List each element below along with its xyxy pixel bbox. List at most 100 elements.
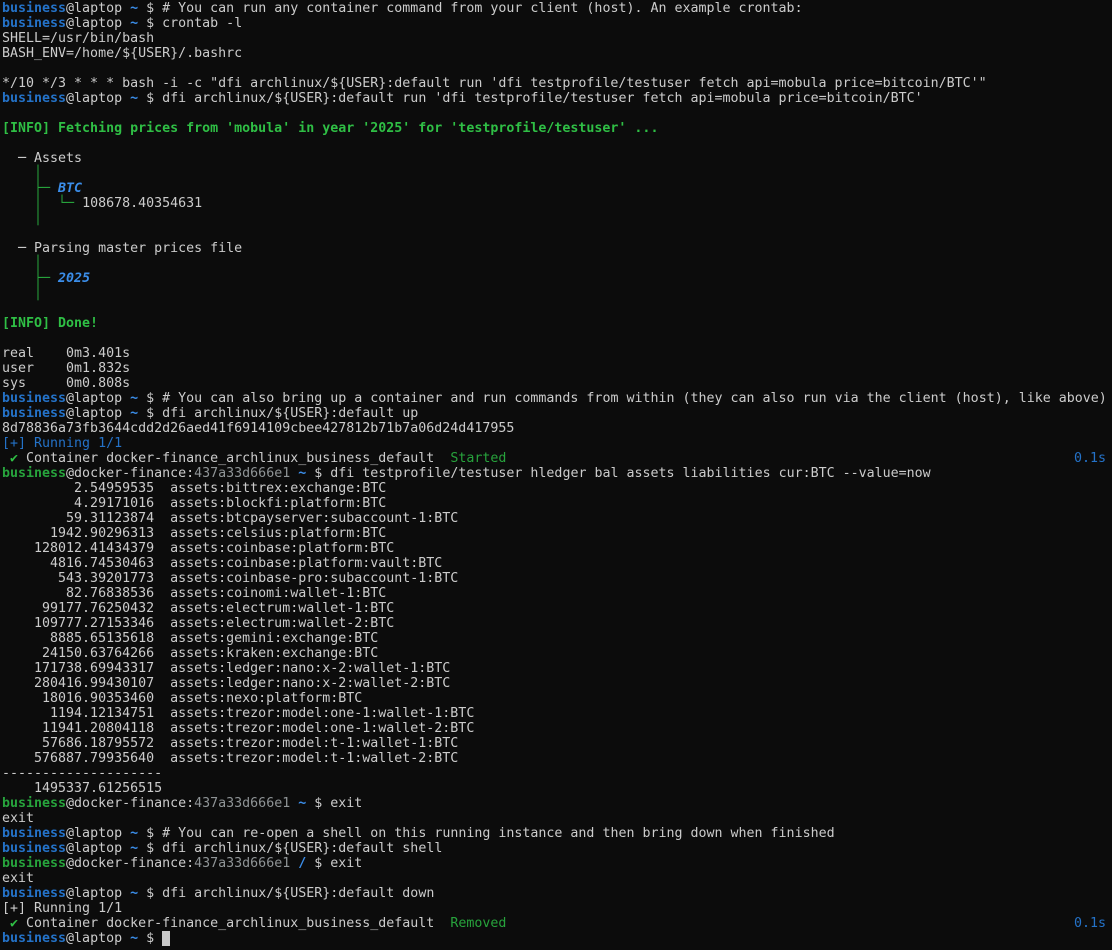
- terminal-line: SHELL=/usr/bin/bash: [2, 31, 1112, 46]
- text-segment: --------------------: [2, 766, 162, 781]
- terminal-line: │: [2, 286, 1112, 301]
- terminal-line: --------------------: [2, 766, 1112, 781]
- terminal-line: business@laptop ~ $ # You can run any co…: [2, 1, 1112, 16]
- terminal-line: ─ Assets: [2, 151, 1112, 166]
- terminal-line: 18016.90353460 assets:nexo:platform:BTC: [2, 691, 1112, 706]
- text-segment: 576887.79935640 assets:trezor:model:t-1:…: [2, 751, 458, 766]
- text-segment: @laptop: [66, 391, 130, 406]
- text-segment: */10 */3 * * * bash -i -c "dfi archlinux…: [2, 76, 987, 91]
- text-segment: │: [2, 166, 42, 181]
- text-segment: @docker-finance:: [66, 856, 194, 871]
- terminal-line: business@laptop ~ $ dfi archlinux/${USER…: [2, 886, 1112, 901]
- terminal-line: sys 0m0.808s: [2, 376, 1112, 391]
- terminal-line: 11941.20804118 assets:trezor:model:one-1…: [2, 721, 1112, 736]
- terminal-line: [2, 301, 1112, 316]
- terminal-line: 128012.41434379 assets:coinbase:platform…: [2, 541, 1112, 556]
- terminal-line: 1194.12134751 assets:trezor:model:one-1:…: [2, 706, 1112, 721]
- terminal-line: [INFO] Done!: [2, 316, 1112, 331]
- text-segment: # You can re-open a shell on this runnin…: [162, 826, 834, 841]
- text-segment: ├─: [2, 271, 58, 286]
- text-segment: business: [2, 931, 66, 946]
- text-segment: 99177.76250432 assets:electrum:wallet-1:…: [2, 601, 394, 616]
- terminal-line: business@laptop ~ $ # You can also bring…: [2, 391, 1112, 406]
- text-segment: $: [138, 886, 162, 901]
- text-segment: ├─: [2, 181, 58, 196]
- text-segment: 4816.74530463 assets:coinbase:platform:v…: [2, 556, 442, 571]
- text-segment: ─ Assets: [2, 151, 82, 166]
- text-segment: [2, 451, 10, 466]
- text-segment: [+] Running 1/1: [2, 436, 122, 451]
- text-segment: 437a33d666e1: [194, 856, 290, 871]
- terminal-line: │: [2, 256, 1112, 271]
- terminal-line: [+] Running 1/1: [2, 436, 1112, 451]
- terminal-line: 4816.74530463 assets:coinbase:platform:v…: [2, 556, 1112, 571]
- text-segment: 2025: [58, 271, 90, 286]
- text-segment: BTC: [58, 181, 82, 196]
- text-segment: $: [138, 826, 162, 841]
- terminal-line: business@laptop ~ $: [2, 931, 1112, 946]
- terminal-line: ├─ BTC: [2, 181, 1112, 196]
- text-segment: business: [2, 841, 66, 856]
- text-segment: ~: [130, 1, 138, 16]
- text-segment: 280416.99430107 assets:ledger:nano:x-2:w…: [2, 676, 450, 691]
- text-segment: 0.1s: [1074, 451, 1106, 466]
- text-segment: business: [2, 406, 66, 421]
- text-segment: @docker-finance:: [66, 796, 194, 811]
- text-segment: 128012.41434379 assets:coinbase:platform…: [2, 541, 394, 556]
- terminal-line: business@docker-finance:437a33d666e1 ~ $…: [2, 466, 1112, 481]
- text-segment: $: [138, 841, 162, 856]
- text-segment: Container docker-finance_archlinux_busin…: [18, 916, 450, 931]
- text-segment: ~: [130, 391, 138, 406]
- text-segment: 24150.63764266 assets:kraken:exchange:BT…: [2, 646, 378, 661]
- terminal-line: 576887.79935640 assets:trezor:model:t-1:…: [2, 751, 1112, 766]
- text-segment: Container docker-finance_archlinux_busin…: [18, 451, 450, 466]
- text-segment: 82.76838536 assets:coinomi:wallet-1:BTC: [2, 586, 386, 601]
- terminal-line: exit: [2, 811, 1112, 826]
- text-segment: exit: [2, 811, 34, 826]
- terminal-line: [2, 136, 1112, 151]
- text-segment: @laptop: [66, 91, 130, 106]
- text-segment: $: [306, 856, 330, 871]
- terminal-line: 1495337.61256515: [2, 781, 1112, 796]
- terminal-line: 280416.99430107 assets:ledger:nano:x-2:w…: [2, 676, 1112, 691]
- text-segment: business: [2, 856, 66, 871]
- text-segment: │: [2, 211, 42, 226]
- text-segment: ~: [130, 841, 138, 856]
- text-segment: @docker-finance:: [66, 466, 194, 481]
- terminal-line: 59.31123874 assets:btcpayserver:subaccou…: [2, 511, 1112, 526]
- text-segment: @laptop: [66, 406, 130, 421]
- text-segment: [INFO] Fetching prices from 'mobula' in …: [2, 121, 658, 136]
- text-segment: 4.29171016 assets:blockfi:platform:BTC: [2, 496, 386, 511]
- text-segment: @laptop: [66, 886, 130, 901]
- text-segment: 0.1s: [1074, 916, 1106, 931]
- terminal-line: 109777.27153346 assets:electrum:wallet-2…: [2, 616, 1112, 631]
- terminal-line: [2, 61, 1112, 76]
- text-segment: 437a33d666e1: [194, 466, 290, 481]
- terminal-line: 8d78836a73fb3644cdd2d26aed41f6914109cbee…: [2, 421, 1112, 436]
- text-segment: 109777.27153346 assets:electrum:wallet-2…: [2, 616, 394, 631]
- text-segment: ~: [130, 16, 138, 31]
- text-segment: @laptop: [66, 16, 130, 31]
- text-segment: Removed: [450, 916, 506, 931]
- terminal-line: business@laptop ~ $ crontab -l: [2, 16, 1112, 31]
- text-segment: $: [306, 466, 330, 481]
- terminal-line: 99177.76250432 assets:electrum:wallet-1:…: [2, 601, 1112, 616]
- terminal-line: 2.54959535 assets:bittrex:exchange:BTC: [2, 481, 1112, 496]
- text-segment: 18016.90353460 assets:nexo:platform:BTC: [2, 691, 362, 706]
- text-segment: business: [2, 886, 66, 901]
- text-segment: 1194.12134751 assets:trezor:model:one-1:…: [2, 706, 474, 721]
- terminal-line: [+] Running 1/1: [2, 901, 1112, 916]
- text-segment: 11941.20804118 assets:trezor:model:one-1…: [2, 721, 474, 736]
- text-segment: ~: [130, 931, 138, 946]
- terminal-line: │: [2, 211, 1112, 226]
- text-segment: business: [2, 91, 66, 106]
- terminal-line: 1942.90296313 assets:celsius:platform:BT…: [2, 526, 1112, 541]
- text-segment: ✔: [10, 451, 18, 466]
- text-segment: business: [2, 391, 66, 406]
- text-segment: 437a33d666e1: [194, 796, 290, 811]
- text-segment: [+] Running 1/1: [2, 901, 122, 916]
- terminal[interactable]: business@laptop ~ $ # You can run any co…: [0, 0, 1112, 950]
- text-segment: exit: [330, 796, 362, 811]
- text-segment: dfi archlinux/${USER}:default up: [162, 406, 418, 421]
- terminal-line: business@docker-finance:437a33d666e1 / $…: [2, 856, 1112, 871]
